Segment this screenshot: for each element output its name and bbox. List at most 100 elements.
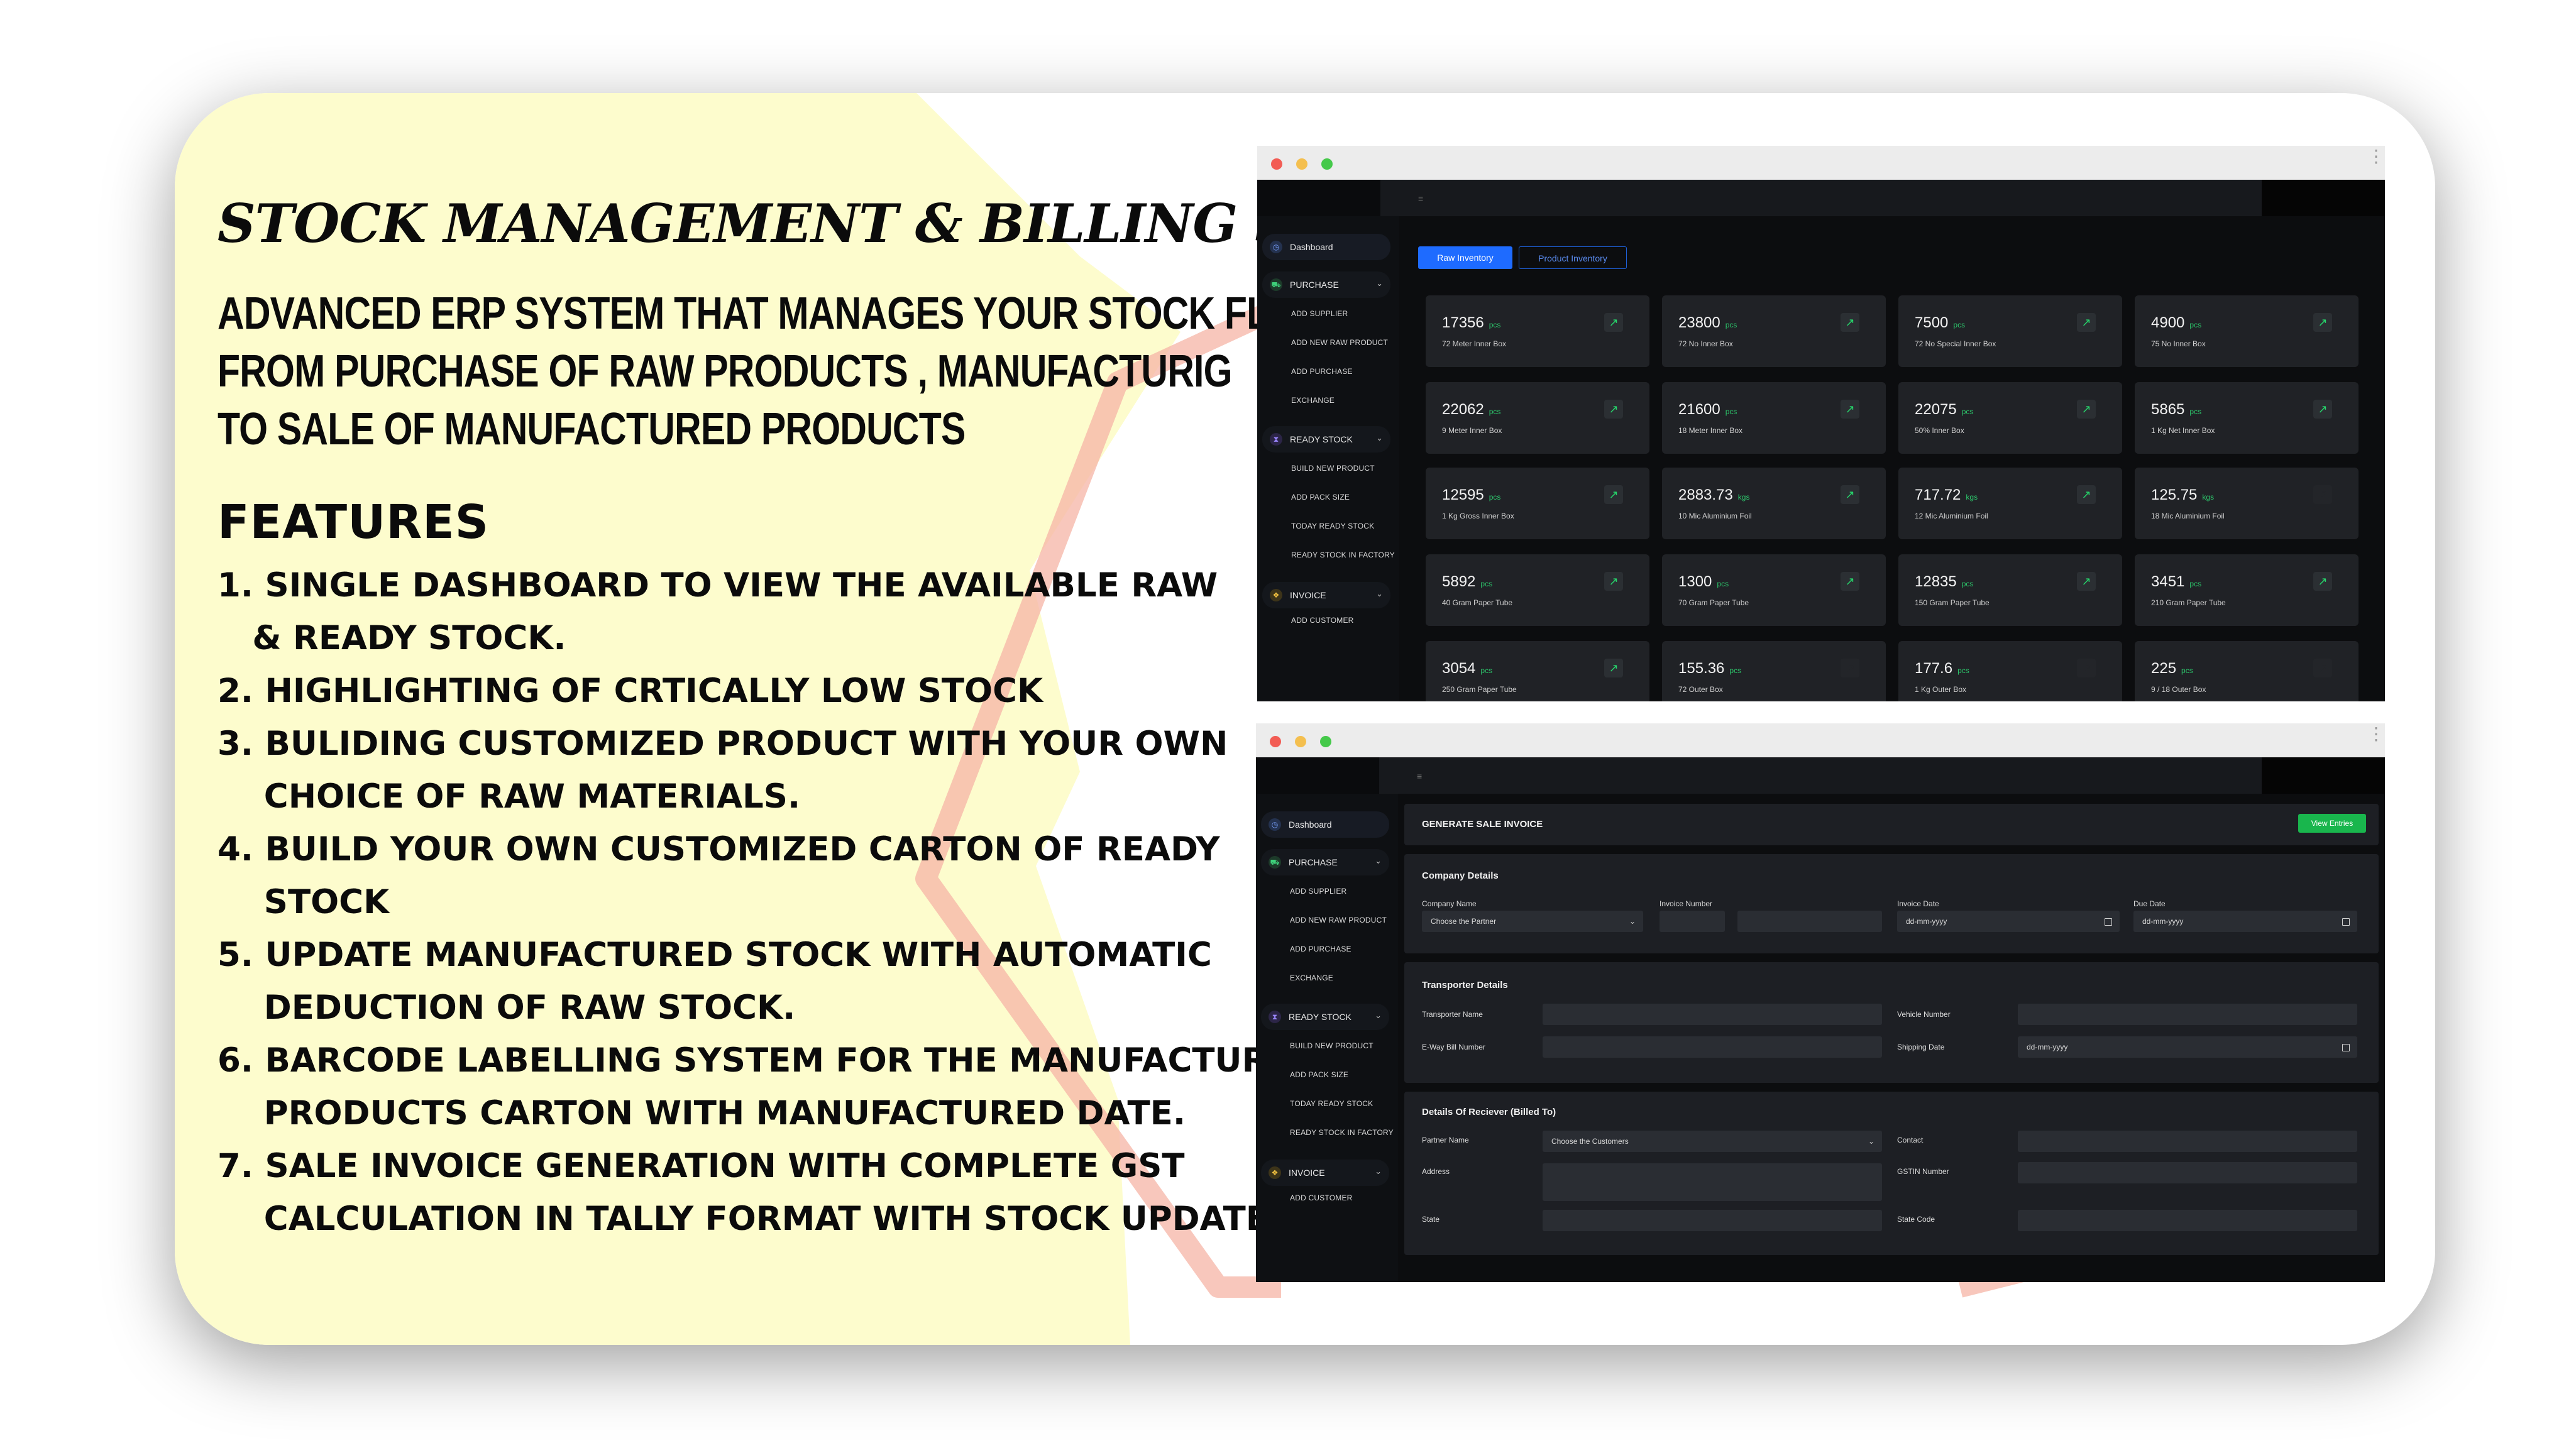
tab-product-inventory[interactable]: Product Inventory: [1519, 246, 1627, 269]
state-code-field[interactable]: [2018, 1210, 2357, 1231]
stock-card[interactable]: 717.72 kgs 12 Mic Aluminium Foil ↗: [1898, 468, 2122, 539]
trend-arrow-icon[interactable]: ↗: [1604, 572, 1623, 591]
company-name-select[interactable]: Choose the Partner ⌄: [1422, 911, 1643, 932]
trend-arrow-icon[interactable]: ↗: [1604, 400, 1623, 419]
sidebar-subitem-exchange[interactable]: EXCHANGE: [1290, 974, 1333, 982]
trend-arrow-icon[interactable]: ↗: [1604, 659, 1623, 677]
sidebar-subitem-add-supplier[interactable]: ADD SUPPLIER: [1290, 887, 1346, 896]
trend-arrow-icon[interactable]: ↗: [2077, 313, 2096, 332]
sidebar-subitem-ready-stock-factory[interactable]: READY STOCK IN FACTORY: [1290, 1128, 1394, 1137]
sidebar-item-ready-stock[interactable]: ⧗ READY STOCK ⌄: [1261, 1004, 1389, 1030]
partner-name-select[interactable]: Choose the Customers ⌄: [1543, 1131, 1882, 1152]
vehicle-number-field[interactable]: [2018, 1004, 2357, 1025]
sidebar-item-ready-stock[interactable]: ⧗ READY STOCK ⌄: [1262, 426, 1390, 452]
close-window-dot[interactable]: [1271, 158, 1282, 170]
stock-card[interactable]: 17356 pcs 72 Meter Inner Box ↗: [1426, 295, 1649, 367]
trend-arrow-icon[interactable]: ↗: [2313, 400, 2332, 419]
trend-arrow-icon[interactable]: ↗: [2077, 485, 2096, 504]
stock-card[interactable]: 155.36 pcs 72 Outer Box ↗: [1662, 641, 1886, 701]
calendar-icon[interactable]: [2342, 918, 2350, 926]
invoice-date-field[interactable]: dd-mm-yyyy: [1897, 911, 2120, 932]
sidebar-subitem-add-pack-size[interactable]: ADD PACK SIZE: [1290, 1070, 1348, 1079]
company-details-heading: Company Details: [1422, 870, 1499, 881]
sidebar-item-invoice[interactable]: ❖ INVOICE ⌄: [1262, 582, 1390, 608]
shipping-date-field[interactable]: dd-mm-yyyy: [2018, 1036, 2357, 1058]
hamburger-menu-icon[interactable]: ≡: [1418, 194, 1423, 204]
trend-arrow-icon[interactable]: ↗: [1841, 659, 1859, 677]
sidebar-item-purchase[interactable]: ⛟ PURCHASE ⌄: [1262, 272, 1390, 298]
sidebar-subitem-today-ready-stock[interactable]: TODAY READY STOCK: [1290, 1099, 1373, 1108]
stock-card[interactable]: 22075 pcs 50% Inner Box ↗: [1898, 382, 2122, 454]
trend-arrow-icon[interactable]: ↗: [2313, 485, 2332, 504]
stock-card[interactable]: 12835 pcs 150 Gram Paper Tube ↗: [1898, 554, 2122, 626]
gstin-field[interactable]: [2018, 1162, 2357, 1183]
sidebar-subitem-add-purchase[interactable]: ADD PURCHASE: [1290, 945, 1351, 953]
sidebar-subitem-today-ready-stock[interactable]: TODAY READY STOCK: [1291, 522, 1374, 530]
stock-card[interactable]: 3451 pcs 210 Gram Paper Tube ↗: [2135, 554, 2359, 626]
stock-card[interactable]: 5892 pcs 40 Gram Paper Tube ↗: [1426, 554, 1649, 626]
hamburger-menu-icon[interactable]: ≡: [1417, 771, 1422, 781]
stock-card[interactable]: 2883.73 kgs 10 Mic Aluminium Foil ↗: [1662, 468, 1886, 539]
stock-card[interactable]: 1300 pcs 70 Gram Paper Tube ↗: [1662, 554, 1886, 626]
sidebar-item-purchase[interactable]: ⛟ PURCHASE ⌄: [1261, 849, 1389, 875]
kebab-menu-icon[interactable]: ⋮: [2367, 725, 2385, 743]
sidebar-subitem-add-customer[interactable]: ADD CUSTOMER: [1290, 1193, 1353, 1202]
view-entries-button[interactable]: View Entries: [2298, 814, 2366, 833]
tab-raw-inventory[interactable]: Raw Inventory: [1418, 246, 1512, 269]
stock-card[interactable]: 125.75 kgs 18 Mic Aluminium Foil ↗: [2135, 468, 2359, 539]
maximize-window-dot[interactable]: [1321, 158, 1333, 170]
stock-card[interactable]: 23800 pcs 72 No Inner Box ↗: [1662, 295, 1886, 367]
sidebar-subitem-build-product[interactable]: BUILD NEW PRODUCT: [1291, 464, 1375, 473]
sidebar-subitem-add-purchase[interactable]: ADD PURCHASE: [1291, 367, 1353, 376]
sidebar-subitem-add-raw-product[interactable]: ADD NEW RAW PRODUCT: [1290, 916, 1387, 924]
maximize-window-dot[interactable]: [1320, 736, 1331, 747]
minimize-window-dot[interactable]: [1296, 158, 1307, 170]
sidebar-item-dashboard[interactable]: ◷ Dashboard: [1261, 811, 1389, 838]
sidebar-item-dashboard[interactable]: ◷ Dashboard: [1262, 234, 1390, 260]
trend-arrow-icon[interactable]: ↗: [2313, 313, 2332, 332]
sidebar-subitem-add-pack-size[interactable]: ADD PACK SIZE: [1291, 493, 1350, 502]
sidebar-subitem-ready-stock-factory[interactable]: READY STOCK IN FACTORY: [1291, 551, 1395, 559]
transporter-name-field[interactable]: [1543, 1004, 1882, 1025]
minimize-window-dot[interactable]: [1295, 736, 1306, 747]
contact-field[interactable]: [2018, 1131, 2357, 1152]
invoice-number-field[interactable]: [1737, 911, 1882, 932]
invoice-number-prefix-field[interactable]: [1660, 911, 1725, 932]
state-field[interactable]: [1543, 1210, 1882, 1231]
sidebar-item-invoice[interactable]: ❖ INVOICE ⌄: [1261, 1160, 1389, 1186]
sidebar-subitem-build-product[interactable]: BUILD NEW PRODUCT: [1290, 1041, 1373, 1050]
trend-arrow-icon[interactable]: ↗: [2313, 659, 2332, 677]
eway-bill-field[interactable]: [1543, 1036, 1882, 1058]
calendar-icon[interactable]: [2342, 1044, 2350, 1051]
trend-arrow-icon[interactable]: ↗: [1604, 485, 1623, 504]
stock-card[interactable]: 7500 pcs 72 No Special Inner Box ↗: [1898, 295, 2122, 367]
trend-arrow-icon[interactable]: ↗: [1841, 400, 1859, 419]
trend-arrow-icon[interactable]: ↗: [1841, 313, 1859, 332]
sidebar-subitem-add-raw-product[interactable]: ADD NEW RAW PRODUCT: [1291, 338, 1388, 347]
stock-card[interactable]: 3054 pcs 250 Gram Paper Tube ↗: [1426, 641, 1649, 701]
sidebar-subitem-exchange[interactable]: EXCHANGE: [1291, 396, 1335, 405]
trend-arrow-icon[interactable]: ↗: [1841, 485, 1859, 504]
sidebar-subitem-add-supplier[interactable]: ADD SUPPLIER: [1291, 309, 1348, 318]
stock-card[interactable]: 225 pcs 9 / 18 Outer Box ↗: [2135, 641, 2359, 701]
stock-card[interactable]: 4900 pcs 75 No Inner Box ↗: [2135, 295, 2359, 367]
trend-arrow-icon[interactable]: ↗: [2313, 572, 2332, 591]
stock-card[interactable]: 21600 pcs 18 Meter Inner Box ↗: [1662, 382, 1886, 454]
stock-card[interactable]: 22062 pcs 9 Meter Inner Box ↗: [1426, 382, 1649, 454]
trend-arrow-icon[interactable]: ↗: [1604, 313, 1623, 332]
stock-card[interactable]: 5865 pcs 1 Kg Net Inner Box ↗: [2135, 382, 2359, 454]
kebab-menu-icon[interactable]: ⋮: [2367, 148, 2385, 165]
close-window-dot[interactable]: [1270, 736, 1281, 747]
trend-arrow-icon[interactable]: ↗: [1841, 572, 1859, 591]
calendar-icon[interactable]: [2105, 918, 2112, 926]
stock-card[interactable]: 177.6 pcs 1 Kg Outer Box ↗: [1898, 641, 2122, 701]
stock-value: 3054 pcs: [1442, 660, 1492, 677]
address-textarea[interactable]: [1543, 1163, 1882, 1201]
stock-card[interactable]: 12595 pcs 1 Kg Gross Inner Box ↗: [1426, 468, 1649, 539]
trend-arrow-icon[interactable]: ↗: [2077, 400, 2096, 419]
feature-line: 4. BUILD YOUR OWN CUSTOMIZED CARTON OF R…: [217, 830, 1220, 869]
trend-arrow-icon[interactable]: ↗: [2077, 572, 2096, 591]
trend-arrow-icon[interactable]: ↗: [2077, 659, 2096, 677]
sidebar-subitem-add-customer[interactable]: ADD CUSTOMER: [1291, 616, 1354, 625]
due-date-field[interactable]: dd-mm-yyyy: [2133, 911, 2357, 932]
